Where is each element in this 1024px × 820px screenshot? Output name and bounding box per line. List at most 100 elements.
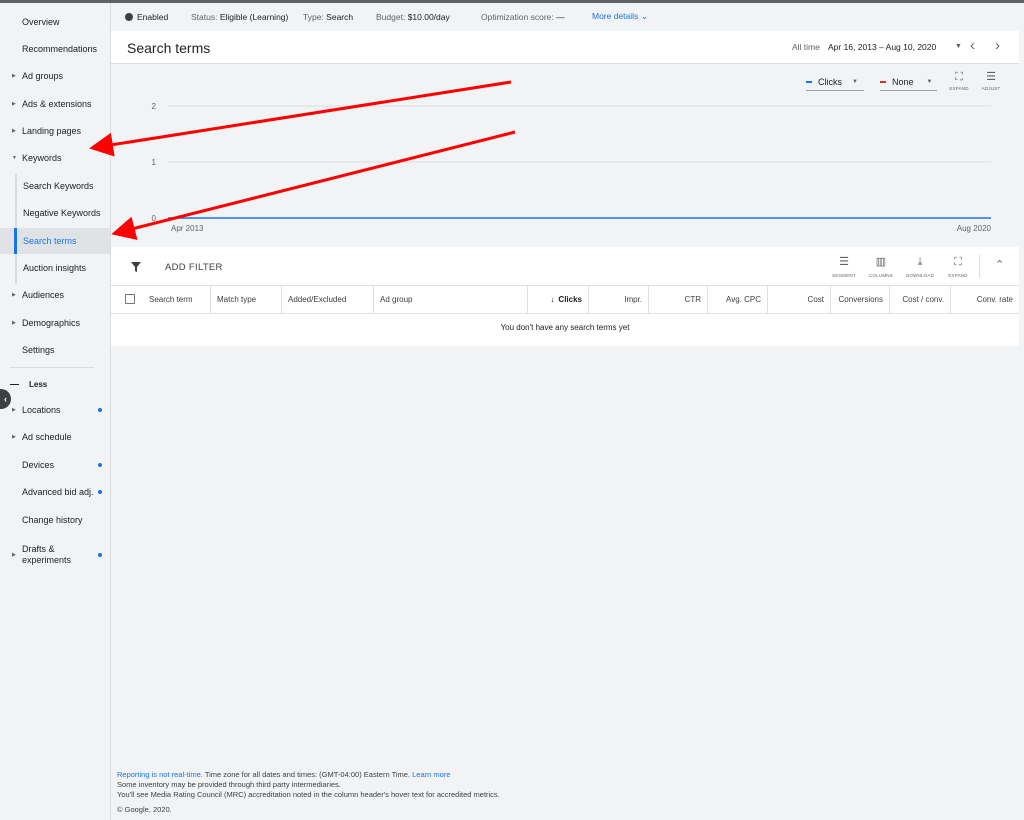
column-header-match-type[interactable]: Match type bbox=[211, 286, 282, 313]
sidebar-divider bbox=[10, 367, 94, 368]
column-header-clicks[interactable]: ↓ Clicks bbox=[528, 286, 589, 313]
sidebar-item-recommendations[interactable]: Recommendations bbox=[0, 36, 110, 62]
x-tick-label: Aug 2020 bbox=[957, 224, 992, 233]
expand-caret-icon: ▶ bbox=[12, 320, 16, 326]
sidebar-item-keywords[interactable]: ▼ Keywords bbox=[0, 145, 110, 171]
column-header-ctr[interactable]: CTR bbox=[649, 286, 708, 313]
column-header-impr[interactable]: Impr. bbox=[589, 286, 649, 313]
download-label: DOWNLOAD bbox=[905, 273, 935, 278]
expand-caret-icon: ▶ bbox=[12, 292, 16, 298]
expand-caret-icon: ▶ bbox=[12, 434, 16, 440]
segment-icon: ☰ bbox=[839, 256, 849, 268]
footer-line-2: Some inventory may be provided through t… bbox=[117, 780, 341, 789]
status-value: Enabled bbox=[137, 11, 169, 22]
sidebar-item-search-terms[interactable]: Search terms bbox=[0, 228, 110, 254]
notification-dot bbox=[98, 553, 102, 557]
sidebar-item-devices[interactable]: Devices bbox=[0, 452, 110, 478]
more-details-link[interactable]: More details ⌄ bbox=[592, 11, 648, 22]
date-range-picker[interactable]: Apr 16, 2013 – Aug 10, 2020 bbox=[828, 42, 936, 52]
page-header: Search terms All time Apr 16, 2013 – Aug… bbox=[111, 31, 1019, 64]
minus-icon bbox=[10, 383, 19, 386]
footer-line-1: Reporting is not real-time. Time zone fo… bbox=[117, 770, 500, 780]
sidebar-item-change-history[interactable]: Change history bbox=[0, 507, 110, 533]
sidebar-item-drafts-experiments[interactable]: ▶ Drafts & experiments bbox=[0, 540, 90, 570]
dropdown-arrow-icon[interactable]: ▼ bbox=[955, 43, 962, 50]
realtime-link[interactable]: Reporting is not real-time. bbox=[117, 770, 203, 779]
previous-period-icon[interactable]: ‹ bbox=[970, 37, 975, 54]
sidebar-item-search-keywords[interactable]: Search Keywords bbox=[0, 173, 110, 199]
sidebar-item-label: Ad groups bbox=[22, 71, 64, 81]
sidebar-item-label: Change history bbox=[22, 515, 83, 525]
empty-state-message: You don't have any search terms yet bbox=[500, 323, 630, 332]
sidebar-item-demographics[interactable]: ▶ Demographics bbox=[0, 310, 110, 336]
sidebar-item-label: Keywords bbox=[22, 153, 62, 163]
sidebar-item-label: Negative Keywords bbox=[23, 208, 101, 218]
column-header-cost-per-conv[interactable]: Cost / conv. bbox=[890, 286, 951, 313]
sidebar-item-overview[interactable]: Overview bbox=[0, 9, 110, 35]
optimization-score: Optimization score: — bbox=[481, 12, 565, 22]
status-label: Status: bbox=[191, 11, 218, 22]
columns-icon: ▥ bbox=[875, 256, 887, 268]
segment-label: SEGMENT bbox=[832, 273, 856, 278]
footer-line-3: You'll see Media Rating Council (MRC) ac… bbox=[117, 790, 500, 799]
column-header-avg-cpc[interactable]: Avg. CPC bbox=[708, 286, 768, 313]
sidebar-item-ad-schedule[interactable]: ▶ Ad schedule bbox=[0, 424, 110, 450]
campaign-status-bar: Enabled Status: Eligible (Learning) Type… bbox=[111, 3, 1024, 30]
less-toggle[interactable]: Less bbox=[10, 380, 47, 389]
next-period-icon[interactable]: › bbox=[995, 37, 1000, 54]
select-all-checkbox[interactable] bbox=[125, 294, 135, 304]
optimization-label: Optimization score: bbox=[481, 11, 554, 22]
status-eligibility: Status: Eligible (Learning) bbox=[191, 12, 288, 22]
table-expand-button[interactable]: ⛶ EXPAND bbox=[943, 256, 973, 278]
sidebar-item-negative-keywords[interactable]: Negative Keywords bbox=[0, 200, 110, 226]
sidebar-item-settings[interactable]: Settings bbox=[0, 337, 110, 363]
status-eligibility-value: Eligible (Learning) bbox=[219, 11, 289, 22]
less-label: Less bbox=[29, 380, 48, 389]
timezone-text: Time zone for all dates and times: (GMT-… bbox=[204, 770, 411, 779]
sidebar-item-label: Recommendations bbox=[22, 44, 98, 54]
sidebar-item-landing-pages[interactable]: ▶ Landing pages bbox=[0, 118, 110, 144]
filter-icon[interactable] bbox=[130, 261, 142, 273]
sidebar-item-ads-extensions[interactable]: ▶ Ads & extensions bbox=[0, 91, 110, 117]
budget-value: $10.00/day bbox=[407, 11, 450, 22]
download-button[interactable]: ⤓ DOWNLOAD bbox=[905, 256, 935, 278]
column-header-conv-rate[interactable]: Conv. rate bbox=[951, 286, 1019, 313]
expand-caret-icon: ▶ bbox=[12, 128, 16, 134]
learn-more-link[interactable]: Learn more bbox=[412, 770, 450, 779]
status-dot-icon bbox=[125, 12, 133, 21]
status-enabled[interactable]: Enabled bbox=[125, 12, 168, 22]
sidebar-item-ad-groups[interactable]: ▶ Ad groups bbox=[0, 63, 110, 89]
performance-chart: Clicks ▼ None ▼ ⛶ EXPAND ☰ ADJUST 0 1 2 Apr… bbox=[111, 65, 1019, 244]
column-header-cost[interactable]: Cost bbox=[768, 286, 831, 313]
expand-caret-icon: ▶ bbox=[12, 407, 16, 413]
sidebar-item-locations[interactable]: ▶ Locations bbox=[0, 397, 110, 423]
chevron-down-icon: ⌄ bbox=[640, 11, 649, 21]
sidebar-item-label: Ad schedule bbox=[22, 432, 72, 442]
search-terms-table-card: ADD FILTER ☰ SEGMENT ▥ COLUMNS ⤓ DOWNLOA… bbox=[111, 247, 1019, 346]
chevron-up-icon[interactable]: ⌃ bbox=[995, 258, 1004, 271]
notification-dot bbox=[98, 408, 102, 412]
column-header-conversions[interactable]: Conversions bbox=[831, 286, 890, 313]
segment-button[interactable]: ☰ SEGMENT bbox=[829, 256, 859, 278]
type-label: Type: bbox=[303, 11, 324, 22]
expand-caret-icon: ▶ bbox=[12, 551, 16, 558]
column-header-label: Clicks bbox=[558, 295, 582, 304]
sidebar-item-label: Auction insights bbox=[23, 263, 87, 273]
collapse-caret-icon: ▼ bbox=[12, 155, 17, 161]
sidebar-item-label: Locations bbox=[22, 405, 61, 415]
sidebar-item-label: Search terms bbox=[23, 236, 77, 246]
page-footer: Reporting is not real-time. Time zone fo… bbox=[117, 770, 500, 800]
sidebar-item-audiences[interactable]: ▶ Audiences bbox=[0, 282, 110, 308]
sidebar-nav: Overview Recommendations ▶ Ad groups ▶ Ads… bbox=[0, 3, 111, 820]
campaign-budget: Budget: $10.00/day bbox=[376, 12, 450, 22]
expand-caret-icon: ▶ bbox=[12, 73, 16, 79]
y-tick-label: 1 bbox=[152, 158, 157, 167]
sidebar-item-advanced-bid-adj[interactable]: Advanced bid adj. bbox=[0, 479, 110, 505]
sidebar-item-auction-insights[interactable]: Auction insights bbox=[0, 255, 110, 281]
column-header-search-term[interactable]: Search term bbox=[143, 286, 211, 313]
add-filter-button[interactable]: ADD FILTER bbox=[165, 262, 223, 273]
column-header-ad-group[interactable]: Ad group bbox=[374, 286, 528, 313]
columns-label: COLUMNS bbox=[869, 273, 893, 278]
column-header-added-excluded[interactable]: Added/Excluded bbox=[282, 286, 374, 313]
columns-button[interactable]: ▥ COLUMNS bbox=[866, 256, 896, 278]
